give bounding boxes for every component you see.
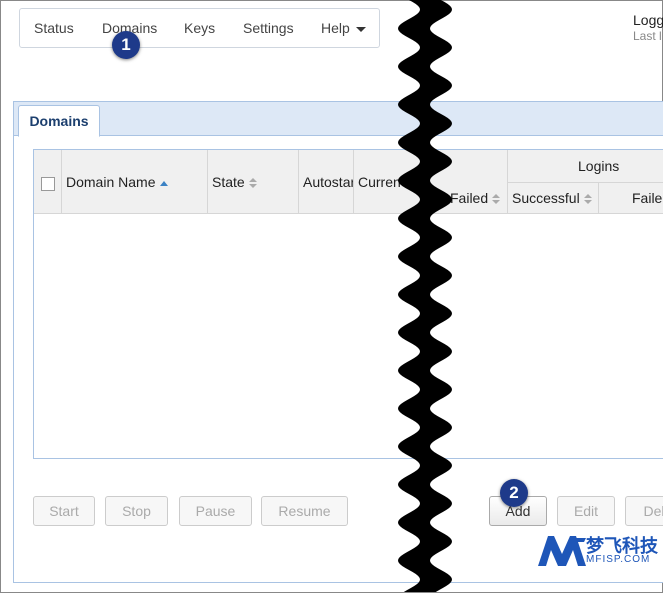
start-button[interactable]: Start	[33, 496, 95, 526]
chevron-down-icon	[355, 26, 366, 32]
col-successful-label: Successful	[512, 190, 580, 206]
col-logins-failed[interactable]: Faile	[632, 190, 663, 206]
nav-keys[interactable]: Keys	[184, 20, 215, 36]
callout-badge-1: 1	[112, 31, 140, 59]
pause-button[interactable]: Pause	[179, 496, 252, 526]
sort-icon	[583, 193, 592, 205]
last-login-text: Last l	[633, 29, 662, 43]
top-nav: Status Domains Keys Settings Help	[19, 8, 380, 48]
domains-table: Domain Name State Autostar Curren Failed…	[33, 149, 663, 459]
tab-domains[interactable]: Domains	[18, 105, 100, 137]
nav-settings[interactable]: Settings	[243, 20, 294, 36]
col-autostart[interactable]: Autostar	[303, 174, 353, 190]
nav-help-label: Help	[321, 20, 350, 36]
nav-help[interactable]: Help	[321, 20, 366, 36]
edit-button[interactable]: Edit	[557, 496, 615, 526]
resume-button[interactable]: Resume	[261, 496, 348, 526]
col-domain-name[interactable]: Domain Name	[66, 174, 206, 190]
table-header: Domain Name State Autostar Curren Failed…	[34, 150, 663, 214]
logged-in-user[interactable]: Logg	[633, 12, 663, 28]
break-separator	[398, 0, 452, 592]
stop-button[interactable]: Stop	[105, 496, 168, 526]
delete-button[interactable]: Del	[625, 496, 663, 526]
domains-panel: Domains Domain Name State Autostar Curre…	[13, 101, 663, 583]
sort-icon	[492, 193, 501, 205]
col-state-label: State	[212, 174, 245, 190]
sort-ascending-icon	[160, 180, 169, 186]
watermark-en: MFISP.COM	[586, 554, 651, 565]
callout-badge-2: 2	[500, 479, 528, 507]
col-domain-name-label: Domain Name	[66, 174, 156, 190]
nav-status[interactable]: Status	[34, 20, 74, 36]
col-group-logins: Logins	[578, 158, 620, 174]
col-state[interactable]: State	[212, 174, 297, 190]
col-logins-successful[interactable]: Successful	[512, 190, 602, 206]
select-all-checkbox[interactable]	[41, 177, 55, 191]
sort-icon	[248, 177, 257, 189]
tab-strip: Domains	[14, 102, 663, 137]
